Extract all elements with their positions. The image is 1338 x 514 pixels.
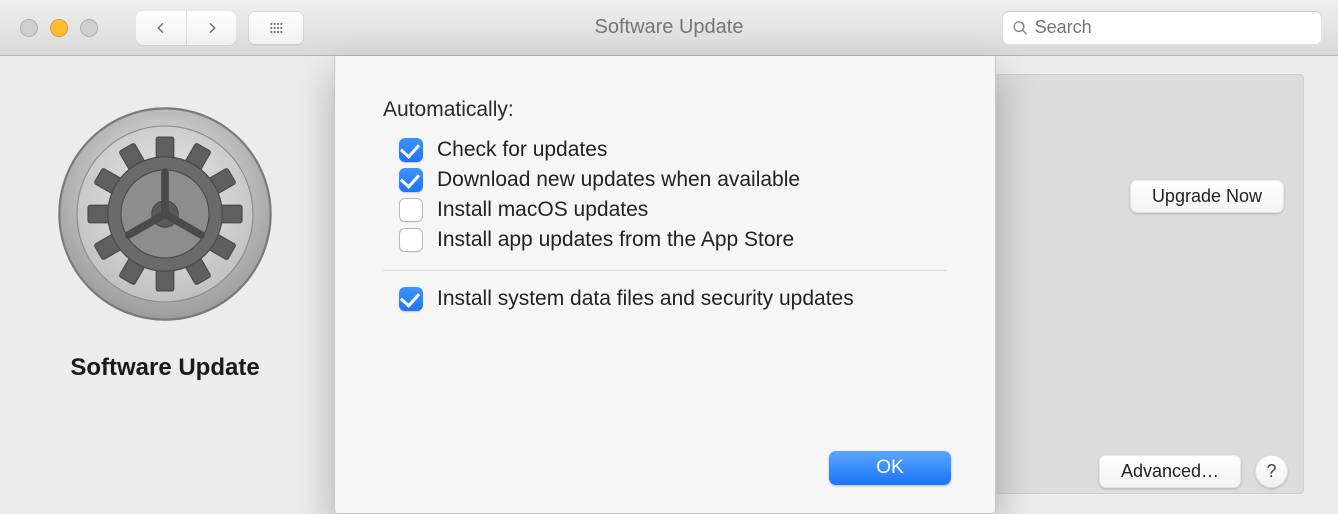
window-close-button[interactable] — [20, 19, 38, 37]
titlebar: Software Update — [0, 0, 1338, 56]
back-button[interactable] — [136, 11, 186, 45]
show-all-button[interactable] — [248, 11, 304, 45]
option-label: Install system data files and security u… — [437, 287, 854, 311]
search-input[interactable] — [1035, 17, 1312, 38]
option-check-updates[interactable]: Check for updates — [399, 138, 947, 162]
preference-title: Software Update — [70, 354, 259, 382]
advanced-button[interactable]: Advanced… — [1099, 455, 1241, 488]
checkbox-check-updates[interactable] — [399, 138, 423, 162]
footer-button-row: Advanced… ? — [1099, 455, 1288, 488]
option-download-updates[interactable]: Download new updates when available — [399, 168, 947, 192]
history-nav — [136, 11, 304, 45]
grid-icon — [268, 20, 284, 36]
preference-header: Software Update — [0, 56, 330, 514]
sheet-heading: Automatically: — [383, 98, 947, 122]
option-label: Install app updates from the App Store — [437, 228, 794, 252]
option-label: Install macOS updates — [437, 198, 648, 222]
option-install-macos[interactable]: Install macOS updates — [399, 198, 947, 222]
ok-button[interactable]: OK — [829, 451, 951, 485]
option-label: Check for updates — [437, 138, 607, 162]
right-panel-background — [994, 74, 1304, 494]
forward-button[interactable] — [186, 11, 236, 45]
search-field[interactable] — [1002, 11, 1322, 45]
checkbox-install-security[interactable] — [399, 287, 423, 311]
chevron-right-icon — [204, 20, 220, 36]
help-button[interactable]: ? — [1255, 455, 1288, 488]
search-icon — [1012, 19, 1029, 37]
checkbox-install-appstore[interactable] — [399, 228, 423, 252]
software-update-icon — [55, 104, 275, 324]
checkbox-download-updates[interactable] — [399, 168, 423, 192]
checkbox-install-macos[interactable] — [399, 198, 423, 222]
sheet-button-row: OK — [829, 451, 951, 485]
option-label: Download new updates when available — [437, 168, 800, 192]
content-area: Software Update Upgrade Now Advanced… ? … — [0, 56, 1338, 514]
window-zoom-button[interactable] — [80, 19, 98, 37]
traffic-lights — [20, 19, 98, 37]
chevron-left-icon — [153, 20, 169, 36]
upgrade-now-button[interactable]: Upgrade Now — [1130, 180, 1284, 213]
advanced-options-sheet: Automatically: Check for updates Downloa… — [334, 56, 996, 514]
separator — [383, 270, 947, 271]
window-minimize-button[interactable] — [50, 19, 68, 37]
option-install-security[interactable]: Install system data files and security u… — [399, 287, 947, 311]
option-install-appstore[interactable]: Install app updates from the App Store — [399, 228, 947, 252]
